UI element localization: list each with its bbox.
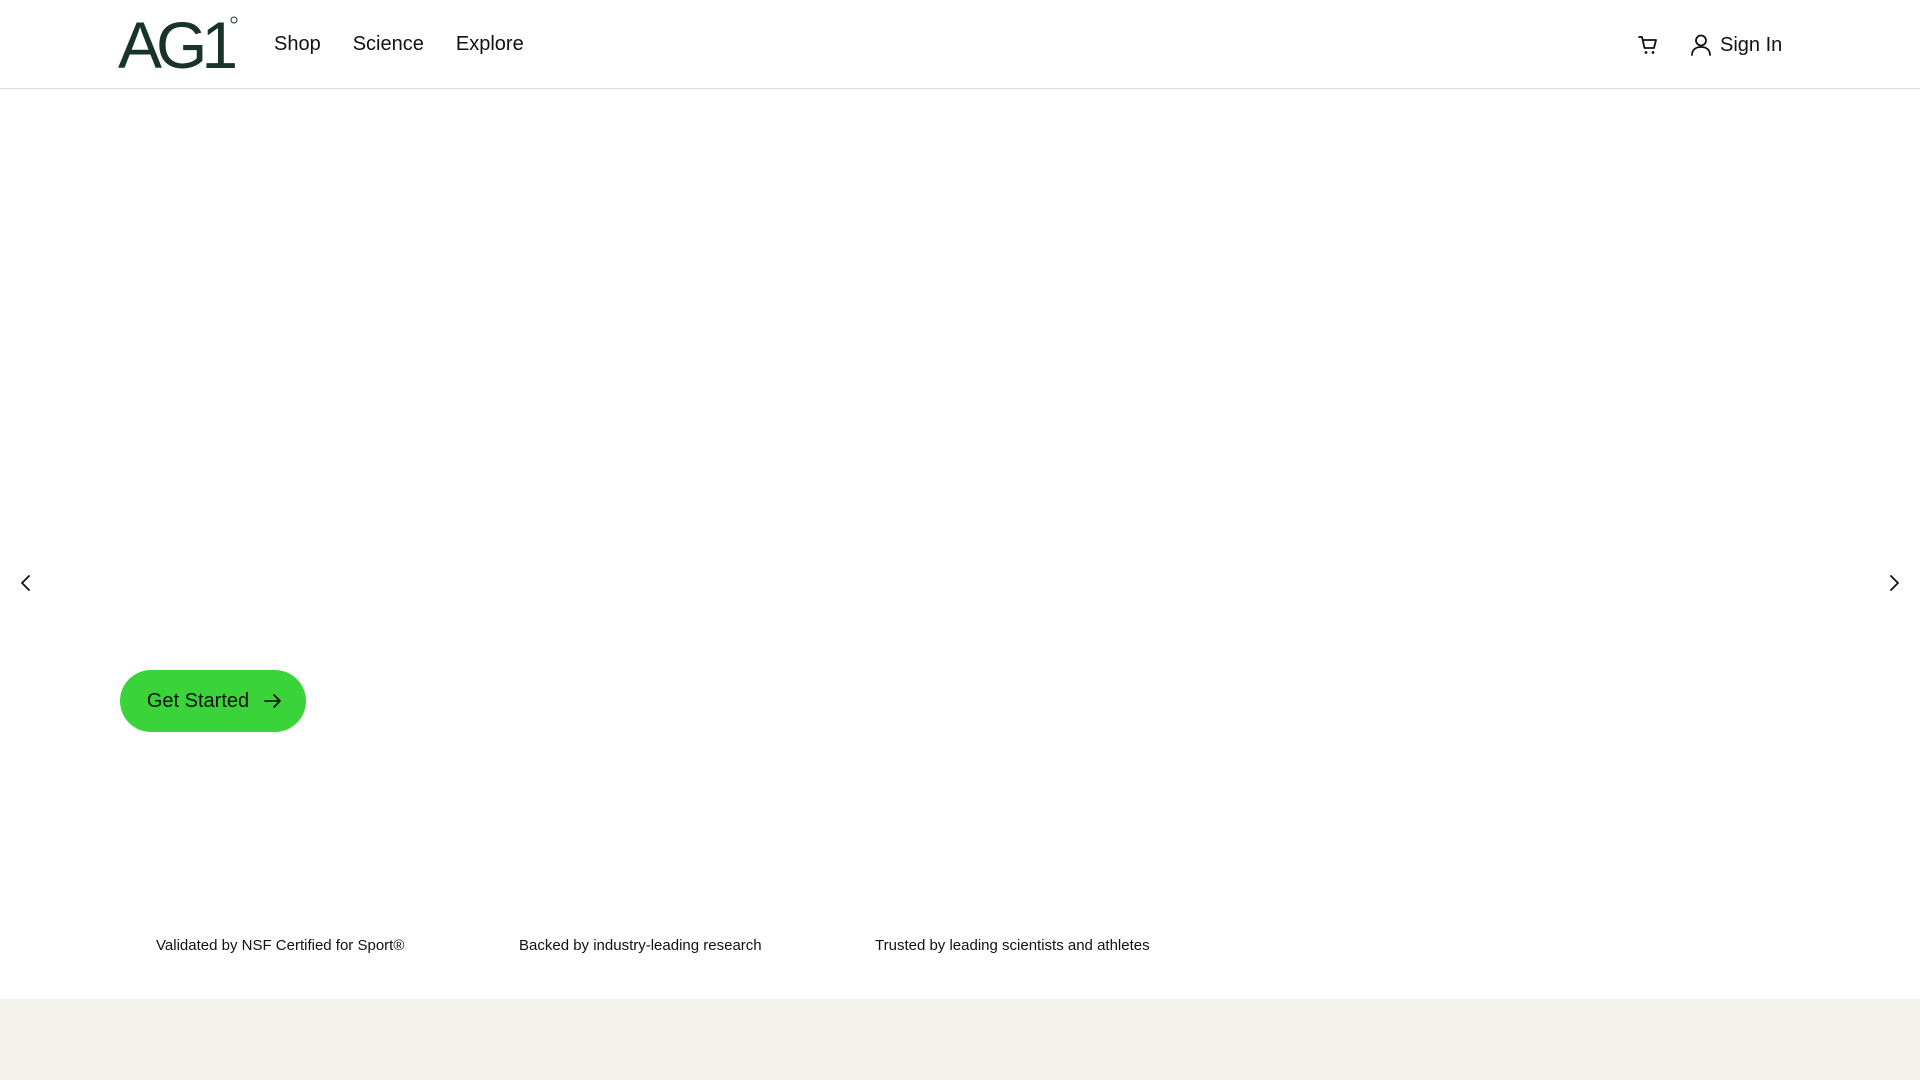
- sign-in-label: Sign In: [1720, 34, 1783, 56]
- get-started-button[interactable]: Get Started: [120, 670, 306, 732]
- nav-explore-link[interactable]: Explore: [456, 29, 524, 59]
- chevron-left-icon: [21, 575, 30, 591]
- nav-shop-link[interactable]: Shop: [274, 29, 321, 59]
- trust-badge-scientists: Trusted by leading scientists and athlet…: [875, 937, 1150, 954]
- chevron-right-icon: [1890, 575, 1899, 591]
- sign-in-button[interactable]: Sign In: [1690, 29, 1782, 61]
- trust-badge-nsf: Validated by NSF Certified for Sport®: [156, 937, 405, 954]
- carousel-next-button[interactable]: [1878, 567, 1910, 599]
- cart-icon: [1638, 36, 1657, 54]
- ag1-logo[interactable]: AG1: [118, 14, 240, 74]
- main-nav: Shop Science Explore: [274, 29, 524, 59]
- user-icon: [1691, 34, 1711, 56]
- get-started-label: Get Started: [146, 689, 250, 712]
- svg-text:AG1: AG1: [118, 14, 235, 74]
- carousel-prev-button[interactable]: [10, 567, 42, 599]
- arrow-right-icon: [264, 694, 282, 708]
- cart-button[interactable]: [1634, 29, 1662, 61]
- site-header: AG1 Shop Science Explore Sign In: [0, 0, 1920, 89]
- trust-badge-research: Backed by industry-leading research: [519, 937, 762, 954]
- hero-carousel: Get Started: [0, 90, 1920, 999]
- nav-science-link[interactable]: Science: [353, 29, 424, 59]
- next-section-band: [0, 999, 1920, 1080]
- ag1-logo-mark: AG1: [118, 14, 240, 74]
